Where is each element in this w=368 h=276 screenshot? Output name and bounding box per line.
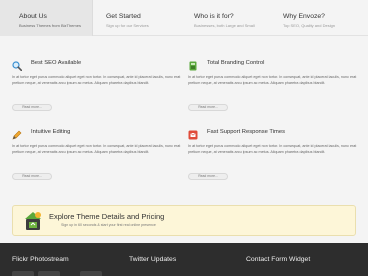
cta-subtitle: Sign up in 60 seconds & start your first… [61, 223, 156, 227]
pencil-icon [12, 127, 22, 140]
feature-text: In at tortor eget purus commodo aliquet … [188, 144, 357, 155]
nav-item-title: About Us [19, 13, 47, 20]
feature-title: Intuitive Editing [31, 129, 71, 135]
cta-title: Explore Theme Details and Pricing [49, 212, 165, 221]
flickr-thumbnail[interactable] [38, 271, 60, 276]
feature-text: In at tortor eget purus commodo aliquet … [188, 75, 357, 86]
feature-title: Best SEO Available [31, 60, 82, 66]
nav-item-subtitle: Businesses, both Large and Small [194, 23, 255, 28]
read-more-button[interactable]: Read more... [188, 104, 228, 111]
footer: Flickr Photostream Twitter Updates Conta… [0, 243, 368, 276]
nav-item-get-started[interactable]: Get Started Sign up for our Services [106, 0, 186, 36]
nav-item-subtitle: Top SEO, Quality and Design [283, 23, 336, 28]
nav-item-why-envoze[interactable]: Why Envoze? Top SEO, Quality and Design [283, 0, 368, 36]
nav-item-who-is-it-for[interactable]: Who is it for? Businesses, both Large an… [194, 0, 279, 36]
store-icon [22, 210, 44, 232]
read-more-button[interactable]: Read more... [12, 104, 52, 111]
read-more-button[interactable]: Read more... [188, 173, 228, 180]
nav-item-title: Why Envoze? [283, 13, 325, 20]
feature-title: Total Branding Control [207, 60, 265, 66]
feature-title: Fast Support Response Times [207, 129, 285, 135]
feature-text: In at tortor eget purus commodo aliquet … [12, 75, 181, 86]
footer-heading-contact: Contact Form Widget [246, 256, 311, 263]
explore-pricing-banner[interactable]: Explore Theme Details and Pricing Sign u… [12, 205, 356, 236]
footer-heading-flickr: Flickr Photostream [12, 256, 69, 263]
top-navigation: About Us Business Themes from BizThemes … [0, 0, 368, 36]
nav-item-subtitle: Sign up for our Services [106, 23, 149, 28]
flickr-thumbnail[interactable] [12, 271, 34, 276]
nav-item-about-us[interactable]: About Us Business Themes from BizThemes [0, 0, 93, 36]
read-more-button[interactable]: Read more... [12, 173, 52, 180]
nav-item-title: Get Started [106, 13, 141, 20]
nav-item-title: Who is it for? [194, 13, 234, 20]
footer-heading-twitter: Twitter Updates [129, 256, 177, 263]
support-icon [188, 127, 198, 140]
branding-icon [188, 58, 198, 71]
feature-text: In at tortor eget purus commodo aliquet … [12, 144, 181, 155]
nav-item-subtitle: Business Themes from BizThemes [19, 23, 81, 28]
flickr-thumbnail[interactable] [80, 271, 102, 276]
magnifier-icon [12, 58, 23, 72]
